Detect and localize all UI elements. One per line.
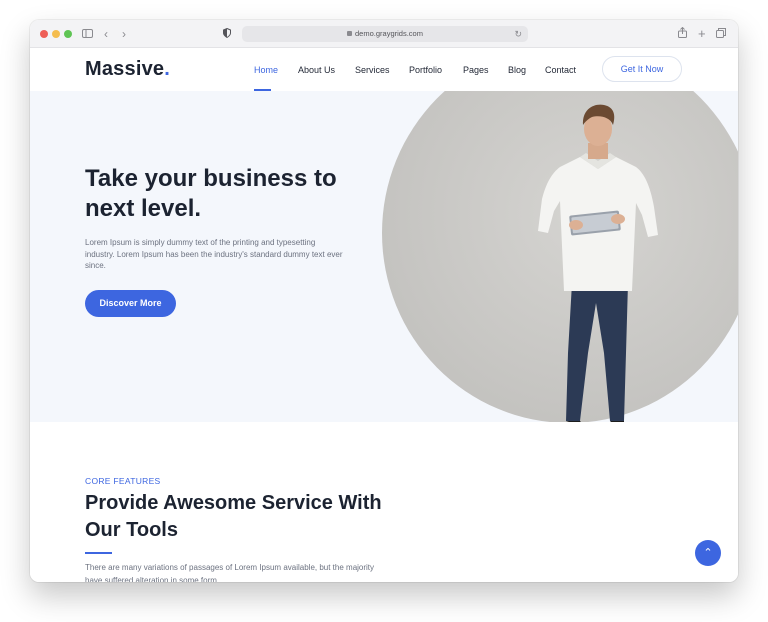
nav-link-portfolio[interactable]: Portfolio — [409, 65, 442, 75]
nav-link-services[interactable]: Services — [355, 65, 390, 75]
nav-link-contact[interactable]: Contact — [545, 65, 576, 75]
section-title: Provide Awesome Service With Our Tools — [85, 492, 382, 541]
hero-description: Lorem Ipsum is simply dummy text of the … — [85, 238, 343, 271]
tabs-icon[interactable] — [716, 26, 726, 42]
sidebar-icon[interactable] — [82, 26, 93, 42]
back-icon[interactable]: ‹ — [104, 26, 108, 42]
address-bar[interactable]: demo.graygrids.com ↻ — [242, 26, 528, 42]
close-window-button[interactable] — [40, 30, 48, 38]
man-with-tablet-image — [538, 104, 658, 422]
section-description: There are many variations of passages of… — [85, 563, 375, 582]
zoom-window-button[interactable] — [64, 30, 72, 38]
chevron-up-icon: ⌃ — [703, 547, 713, 559]
section-eyebrow: CORE FEATURES — [85, 476, 161, 486]
new-tab-icon[interactable]: + — [698, 26, 706, 42]
url-text: demo.graygrids.com — [355, 29, 423, 38]
logo-text: Massive — [85, 58, 165, 80]
title-divider — [85, 552, 112, 554]
features-section: CORE FEATURES Provide Awesome Service Wi… — [30, 422, 738, 582]
logo-dot: . — [164, 58, 170, 80]
reload-icon[interactable]: ↻ — [514, 26, 522, 42]
nav-link-blog[interactable]: Blog — [508, 65, 526, 75]
browser-toolbar: ‹ › demo.graygrids.com ↻ + — [30, 20, 738, 48]
minimize-window-button[interactable] — [52, 30, 60, 38]
lock-icon — [347, 31, 353, 36]
nav-link-about-us[interactable]: About Us — [298, 65, 335, 75]
shield-icon[interactable] — [223, 26, 231, 42]
discover-more-button[interactable]: Discover More — [85, 290, 176, 317]
site-logo[interactable]: Massive. — [85, 58, 170, 81]
scroll-to-top-button[interactable]: ⌃ — [695, 540, 721, 566]
share-icon[interactable] — [678, 26, 687, 42]
hero-title: Take your business to next level. — [85, 165, 337, 222]
forward-icon[interactable]: › — [122, 26, 126, 42]
nav-link-home[interactable]: Home — [254, 65, 278, 75]
hero-section: Take your business to next level. Lorem … — [30, 91, 738, 422]
get-it-now-button[interactable]: Get It Now — [602, 56, 682, 82]
browser-window: ‹ › demo.graygrids.com ↻ + Massive. Home… — [30, 20, 738, 582]
nav-link-pages[interactable]: Pages — [463, 65, 489, 75]
site-navbar: Massive. Home About Us Services Portfoli… — [30, 48, 738, 91]
